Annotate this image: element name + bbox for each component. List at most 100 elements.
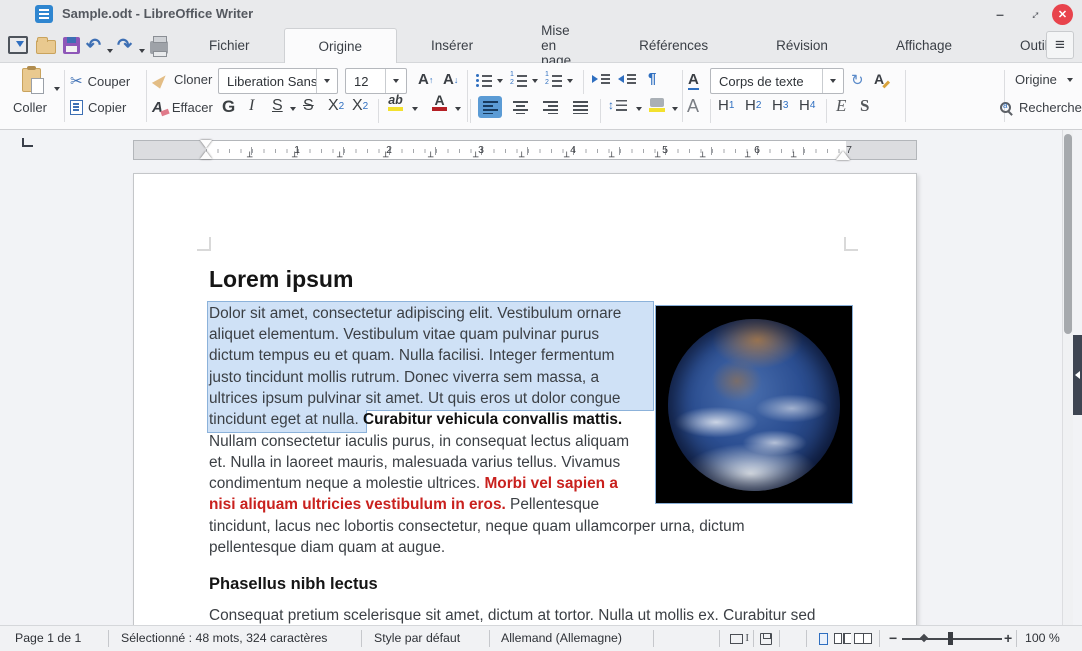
document-page[interactable]: Lorem ipsum Dolor sit amet, consectetur … (133, 173, 917, 625)
align-right-button[interactable] (538, 96, 562, 118)
tab-stop-marker[interactable]: ┴ (564, 153, 569, 163)
strong-style-button[interactable]: S (860, 96, 869, 116)
language-status[interactable]: Allemand (Allemagne) (501, 631, 622, 645)
numbered-list-button[interactable] (510, 71, 527, 87)
vertical-scrollbar-thumb[interactable] (1064, 134, 1072, 334)
find-replace-button[interactable]: Rechercher (1000, 100, 1082, 115)
tab-stop-marker[interactable]: ┴ (745, 153, 750, 163)
decrease-indent-button[interactable] (618, 73, 636, 85)
justify-button[interactable] (568, 96, 592, 118)
tab-mise-en-page[interactable]: Mise en page (507, 23, 605, 68)
text-line[interactable]: tincidunt eget at nulla. Curabitur vehic… (209, 409, 622, 430)
formatting-marks-button[interactable]: ¶ (648, 70, 656, 87)
copy-button[interactable]: Copier (70, 100, 126, 115)
zoom-in-button[interactable]: + (1004, 630, 1012, 646)
bold-button[interactable]: G (222, 97, 235, 117)
document-modified-icon[interactable] (760, 633, 772, 645)
text-line[interactable]: ultrices ipsum pulvinar sit amet. Ut qui… (209, 388, 620, 409)
tab-stop-marker[interactable]: ┴ (700, 153, 705, 163)
book-view-icon[interactable] (854, 633, 872, 644)
align-center-button[interactable] (508, 96, 532, 118)
cut-button[interactable]: ✂ Couper (70, 72, 130, 90)
heading1-style-button[interactable]: H1 (718, 97, 734, 114)
underline-dropdown[interactable] (290, 107, 296, 111)
underline-button[interactable]: S (272, 97, 283, 115)
tab-stop-marker[interactable]: ┴ (609, 153, 614, 163)
font-name-dropdown[interactable] (316, 69, 337, 93)
line-spacing-button[interactable]: ↕ (608, 98, 627, 112)
document-heading1[interactable]: Lorem ipsum (209, 266, 353, 293)
tab-stop-marker[interactable]: ┴ (337, 153, 342, 163)
tab-stop-marker[interactable]: ┴ (383, 153, 388, 163)
sidebar-show-handle[interactable] (1073, 335, 1082, 415)
tab-stop-marker[interactable]: ┴ (791, 153, 796, 163)
zoom-slider-handle[interactable] (948, 632, 953, 645)
font-name-combo[interactable]: Liberation Sans (218, 68, 338, 94)
highlight-dropdown[interactable] (412, 107, 418, 111)
tab-stop-marker[interactable]: ┴ (292, 153, 297, 163)
tab-fichier[interactable]: Fichier (175, 28, 284, 63)
zoom-out-button[interactable]: − (889, 630, 897, 646)
selection-mode-icon[interactable] (730, 632, 749, 644)
heading2-style-button[interactable]: H2 (745, 97, 761, 114)
maximize-button[interactable]: ↕ (1026, 4, 1046, 24)
page-style-status[interactable]: Style par défaut (374, 631, 460, 645)
text-line[interactable]: Consequat pretium scelerisque sit amet, … (209, 605, 815, 625)
minimize-button[interactable]: – (990, 4, 1010, 24)
tab-origine[interactable]: Origine (283, 28, 398, 63)
tab-references[interactable]: Références (605, 28, 742, 63)
close-button[interactable]: ✕ (1052, 4, 1073, 25)
text-line[interactable]: justo tincidunt mollis rutrum. Donec viv… (209, 367, 599, 388)
earth-image[interactable] (655, 305, 853, 504)
clear-formatting-button[interactable]: A Effacer (152, 99, 213, 116)
text-line[interactable]: tincidunt, lacus nec lobortis consectetu… (209, 516, 745, 537)
paragraph-background-button[interactable] (649, 98, 665, 112)
character-styles-button[interactable]: A (688, 71, 699, 90)
tab-stop-marker[interactable]: ┴ (655, 153, 660, 163)
print-button[interactable] (150, 34, 168, 57)
text-line[interactable]: Nullam consectetur iaculis purus, in con… (209, 431, 629, 452)
text-line[interactable]: dictum tempus eu et quam. Nulla facilisi… (209, 345, 614, 366)
clone-formatting-button[interactable]: Cloner (151, 70, 212, 89)
undo-dropdown[interactable] (107, 40, 113, 62)
font-color-button[interactable]: A (432, 93, 447, 111)
numbered-list-dropdown[interactable] (532, 79, 538, 83)
redo-dropdown[interactable] (139, 40, 145, 62)
multi-page-view-icon[interactable] (834, 633, 842, 644)
align-left-button[interactable] (478, 96, 502, 118)
menubar-toggle-button[interactable]: ≡ (1046, 31, 1074, 59)
tab-stop-marker[interactable]: ┴ (473, 153, 478, 163)
text-line[interactable]: condimentum neque a molestie ultrices. M… (209, 473, 618, 494)
target-context-dropdown[interactable]: Origine (1015, 72, 1073, 87)
text-line[interactable]: et. Nulla in laoreet mauris, malesuada v… (209, 452, 620, 473)
document-heading2[interactable]: Phasellus nibh lectus (209, 575, 378, 594)
undo-button[interactable]: ↶ (86, 34, 101, 56)
emphasis-style-button[interactable]: E (836, 96, 846, 116)
zoom-percentage[interactable]: 100 % (1025, 631, 1060, 645)
no-character-style-button[interactable]: A (687, 96, 699, 117)
save-button[interactable] (63, 34, 80, 56)
strikethrough-button[interactable]: S (303, 97, 314, 115)
paragraph-background-dropdown[interactable] (672, 107, 678, 111)
bullet-list-dropdown[interactable] (497, 79, 503, 83)
outline-list-button[interactable] (545, 71, 562, 87)
tab-affichage[interactable]: Affichage (862, 28, 986, 63)
text-line[interactable]: pellentesque diam quam at augue. (209, 537, 445, 558)
paste-dropdown[interactable] (54, 87, 60, 91)
tab-stop-marker[interactable]: ┴ (247, 153, 252, 163)
load-url-button[interactable] (8, 34, 28, 56)
open-button[interactable] (36, 34, 56, 56)
vertical-scrollbar[interactable] (1062, 130, 1073, 625)
right-indent-marker[interactable] (836, 151, 850, 160)
heading3-style-button[interactable]: H3 (772, 97, 788, 114)
text-line[interactable]: nisi aliquam ultricies vestibulum in ero… (209, 494, 599, 515)
superscript-button[interactable]: X2 (352, 97, 368, 115)
first-line-indent-marker[interactable] (200, 140, 212, 148)
font-size-combo[interactable]: 12 (345, 68, 407, 94)
grow-font-button[interactable]: A ↑ (418, 71, 433, 88)
font-color-dropdown[interactable] (455, 107, 461, 111)
word-count-status[interactable]: Sélectionné : 48 mots, 324 caractères (121, 631, 327, 645)
update-style-button[interactable]: ↻ (851, 71, 864, 89)
font-size-dropdown[interactable] (385, 69, 406, 93)
bullet-list-button[interactable] (476, 73, 492, 85)
